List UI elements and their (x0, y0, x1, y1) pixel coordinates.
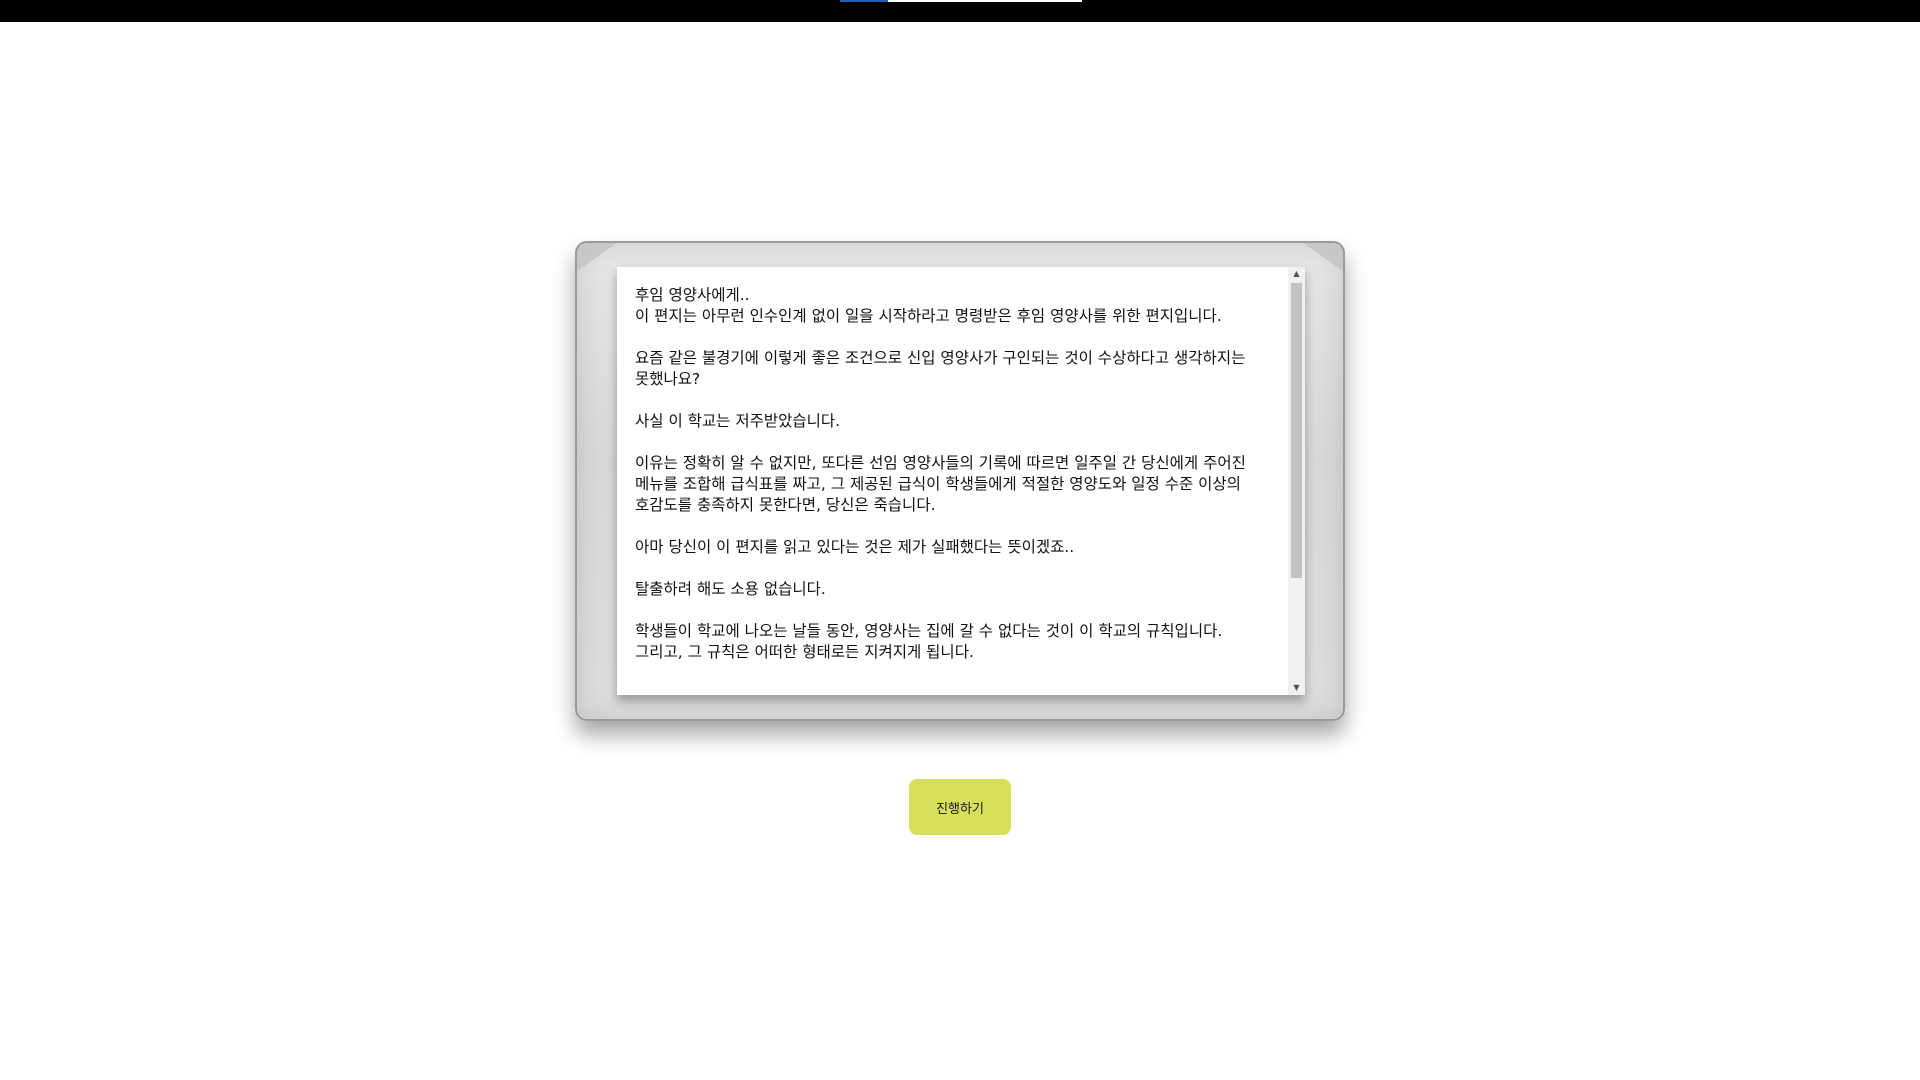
letter-paper[interactable]: 후임 영양사에게.. 이 편지는 아무런 인수인계 없이 일을 시작하라고 명령… (617, 267, 1305, 695)
scrollbar-thumb[interactable] (1291, 283, 1302, 578)
scroll-down-arrow-icon[interactable]: ▼ (1288, 681, 1305, 695)
envelope-flap-left (577, 243, 617, 271)
letter-text: 후임 영양사에게.. 이 편지는 아무런 인수인계 없이 일을 시작하라고 명령… (635, 286, 1246, 661)
envelope-flap-right (1303, 243, 1343, 271)
letter-scrollbar[interactable]: ▲ ▼ (1288, 267, 1305, 695)
loading-progress-fill (840, 0, 889, 2)
proceed-button[interactable]: 진행하기 (909, 779, 1011, 835)
loading-progress-bar (840, 0, 1082, 2)
letter-envelope: 후임 영양사에게.. 이 편지는 아무런 인수인계 없이 일을 시작하라고 명령… (575, 241, 1345, 721)
scroll-up-arrow-icon[interactable]: ▲ (1288, 267, 1305, 281)
top-bar (0, 0, 1920, 22)
